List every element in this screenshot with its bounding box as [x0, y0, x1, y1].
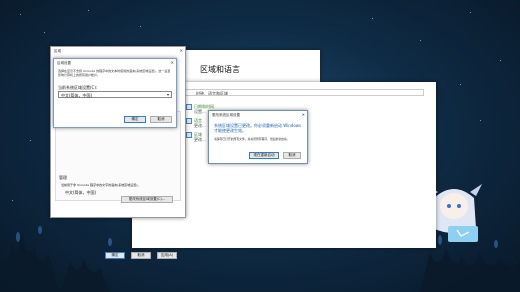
- region-title: 区域: [54, 48, 61, 53]
- star: [88, 10, 89, 11]
- restart-now-button[interactable]: 现在重新启动: [249, 152, 279, 159]
- restart-main-text: 系统区域设置已更改。你必须重新启动 Windows 才能使更改生效。: [214, 123, 302, 133]
- globe-icon: [186, 132, 192, 138]
- region-section-text: 当前用于非 Unicode 程序中的文字的语言(系统区域设置)。: [61, 183, 141, 187]
- close-icon[interactable]: ✕: [171, 60, 174, 65]
- item-language-sub: 更改...: [194, 123, 206, 128]
- region-settings-titlebar: 区域设置 ✕: [54, 59, 176, 67]
- locale-select-value: 中文(简体，中国): [61, 93, 93, 98]
- locale-select[interactable]: 中文(简体，中国) ▾: [58, 91, 172, 98]
- star: [460, 84, 461, 85]
- region-settings-title: 区域设置: [57, 60, 71, 65]
- item-datetime-sub: 设置...: [194, 109, 206, 114]
- star: [500, 60, 501, 61]
- region-settings-description: 选择在显示不支持 Unicode 的程序中的文本时使用的语言(系统区域设置)。这…: [58, 69, 171, 77]
- star: [470, 12, 471, 13]
- language-icon: [186, 118, 192, 124]
- restart-titlebar: 更改系统区域设置 ✕: [209, 111, 307, 119]
- star: [30, 140, 31, 141]
- region-current-value: 中文(简体，中国): [65, 190, 97, 195]
- chevron-down-icon: ▾: [166, 92, 169, 97]
- star: [420, 40, 421, 41]
- region-settings-cancel-button[interactable]: 取消: [150, 116, 172, 123]
- restart-sub-text: 请保存已打开的所有文件，并关闭所有程序，然后重新启动。: [214, 137, 290, 141]
- region-titlebar: 区域 ✕: [51, 47, 185, 55]
- region-apply-button[interactable]: 应用(A): [157, 252, 177, 259]
- star: [44, 32, 45, 33]
- change-system-locale-button[interactable]: 更改系统区域设置(C)...: [121, 196, 173, 203]
- star: [372, 18, 373, 19]
- control-panel-title: 区域和语言: [200, 65, 240, 74]
- star: [20, 14, 21, 15]
- region-ok-button[interactable]: 确定: [105, 252, 125, 259]
- restart-dialog: 更改系统区域设置 ✕ 系统区域设置已更改。你必须重新启动 Windows 才能使…: [208, 110, 308, 164]
- close-icon[interactable]: ✕: [180, 48, 183, 53]
- item-region-sub: 更改...: [194, 137, 206, 142]
- star: [140, 26, 141, 27]
- restart-cancel-button[interactable]: 取消: [283, 152, 301, 159]
- region-cancel-button[interactable]: 取消: [131, 252, 151, 259]
- region-settings-ok-button[interactable]: 确定: [124, 116, 146, 123]
- clock-icon: [186, 104, 192, 110]
- region-settings-dialog: 区域设置 ✕ 选择在显示不支持 Unicode 的程序中的文本时使用的语言(系统…: [53, 58, 177, 128]
- star: [480, 120, 481, 121]
- breadcrumb-bar: [184, 89, 424, 96]
- region-tab[interactable]: 管理: [59, 175, 67, 181]
- close-icon[interactable]: ✕: [302, 112, 305, 117]
- restart-title: 更改系统区域设置: [212, 112, 240, 117]
